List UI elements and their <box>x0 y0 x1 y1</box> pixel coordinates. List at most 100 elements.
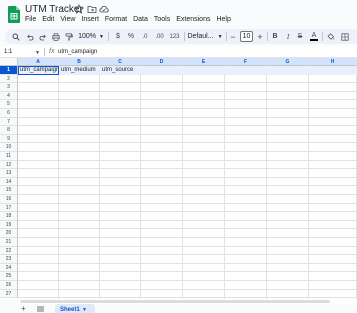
formula-bar: 1:1 ▼ fx utm_campaign <box>0 46 357 58</box>
paint-format-button[interactable] <box>64 29 74 44</box>
grid-row-line <box>18 280 357 281</box>
column-header-g[interactable]: G <box>267 58 309 66</box>
row-header-11[interactable]: 11 <box>0 152 18 161</box>
font-family-select[interactable]: Defaul... ▼ <box>187 29 223 44</box>
decrease-decimal-button[interactable]: .0 <box>139 29 151 44</box>
row-header-27[interactable]: 27 <box>0 289 18 299</box>
search-menus-button[interactable] <box>11 29 21 44</box>
chevron-down-icon[interactable]: ▼ <box>35 50 40 56</box>
grid-row-line <box>18 237 357 238</box>
grid-row-line <box>18 219 357 221</box>
row-header-6[interactable]: 6 <box>0 109 18 118</box>
row-header-5[interactable]: 5 <box>0 100 18 109</box>
row-header-3[interactable]: 3 <box>0 83 18 92</box>
star-icon[interactable] <box>74 4 84 14</box>
fill-color-button[interactable] <box>326 29 336 44</box>
formula-divider <box>44 48 45 56</box>
row-header-19[interactable]: 19 <box>0 220 18 230</box>
cell-c1[interactable]: utm_source <box>100 66 141 75</box>
grid-row-line <box>18 133 357 135</box>
menu-extensions[interactable]: Extensions <box>176 15 214 26</box>
toolbar-divider <box>184 32 185 41</box>
grid-row-line <box>18 271 357 273</box>
text-color-label: A <box>311 32 317 40</box>
increase-decimal-button[interactable]: .00 <box>153 29 166 44</box>
spreadsheet-grid[interactable]: utm_campaign utm_medium utm_source ABCDE… <box>0 58 357 299</box>
scrollbar-thumb[interactable] <box>20 300 330 303</box>
row-header-2[interactable]: 2 <box>0 74 18 84</box>
grid-column-line <box>182 66 183 299</box>
row-header-9[interactable]: 9 <box>0 134 18 144</box>
strikethrough-button[interactable]: S <box>295 29 305 44</box>
row-header-16[interactable]: 16 <box>0 195 18 204</box>
row-header-20[interactable]: 20 <box>0 229 18 238</box>
menu-edit[interactable]: Edit <box>42 15 58 26</box>
undo-button[interactable] <box>25 29 35 44</box>
font-size-input[interactable]: 10 <box>240 31 253 42</box>
row-header-26[interactable]: 26 <box>0 281 18 290</box>
menu-help[interactable]: Help <box>216 15 234 26</box>
number-format-button[interactable]: 123 <box>168 29 181 44</box>
menu-bar: File Edit View Insert Format Data Tools … <box>25 15 237 26</box>
grid-row-line <box>18 151 357 152</box>
grid-row-line <box>18 228 357 230</box>
bold-button[interactable]: B <box>270 29 280 44</box>
row-header-24[interactable]: 24 <box>0 263 18 273</box>
row-header-17[interactable]: 17 <box>0 203 18 213</box>
print-button[interactable] <box>51 29 61 44</box>
row-header-7[interactable]: 7 <box>0 117 18 127</box>
column-header-h[interactable]: H <box>309 58 357 66</box>
decrease-font-size-button[interactable]: − <box>229 29 237 44</box>
currency-format-button[interactable]: $ <box>113 29 123 44</box>
cell-b1[interactable]: utm_medium <box>59 66 100 75</box>
select-all-corner[interactable] <box>0 58 18 66</box>
sheets-logo-icon[interactable] <box>8 6 20 23</box>
menu-view[interactable]: View <box>60 15 79 26</box>
row-header-23[interactable]: 23 <box>0 255 18 264</box>
row-header-15[interactable]: 15 <box>0 186 18 195</box>
toolbar-divider <box>226 32 227 41</box>
row-header-14[interactable]: 14 <box>0 177 18 187</box>
column-header-e[interactable]: E <box>183 58 225 66</box>
column-header-f[interactable]: F <box>225 58 267 66</box>
text-color-button[interactable]: A <box>309 29 319 44</box>
redo-button[interactable] <box>38 29 48 44</box>
row-header-8[interactable]: 8 <box>0 126 18 135</box>
column-header-b[interactable]: B <box>59 58 100 66</box>
font-family-value: Defaul... <box>187 33 214 40</box>
column-header-d[interactable]: D <box>141 58 183 66</box>
row-header-1[interactable]: 1 <box>0 66 18 75</box>
cloud-status-icon[interactable] <box>99 4 109 14</box>
row-header-22[interactable]: 22 <box>0 246 18 256</box>
add-sheet-button[interactable]: + <box>21 305 26 313</box>
grid-row-line <box>18 99 357 101</box>
row-header-21[interactable]: 21 <box>0 238 18 247</box>
menu-insert[interactable]: Insert <box>81 15 103 26</box>
menu-tools[interactable]: Tools <box>154 15 174 26</box>
zoom-select[interactable]: 100% ▼ <box>78 29 104 44</box>
formula-input[interactable]: utm_campaign <box>58 46 97 58</box>
borders-button[interactable] <box>340 29 350 44</box>
italic-button[interactable]: I <box>283 29 293 44</box>
grid-row-line <box>18 108 357 109</box>
chevron-down-icon[interactable]: ▼ <box>82 307 87 313</box>
increase-font-size-button[interactable]: + <box>256 29 264 44</box>
toolbar-divider <box>108 32 109 41</box>
sheet-tab[interactable]: Sheet1 <box>55 304 95 313</box>
row-header-18[interactable]: 18 <box>0 212 18 221</box>
column-header-a[interactable]: A <box>18 58 59 66</box>
menu-data[interactable]: Data <box>133 15 152 26</box>
grid-column-line <box>99 66 100 299</box>
menu-file[interactable]: File <box>25 15 40 26</box>
all-sheets-menu-icon[interactable] <box>37 306 44 312</box>
menu-format[interactable]: Format <box>105 15 131 26</box>
grid-row-line <box>18 254 357 256</box>
row-header-13[interactable]: 13 <box>0 169 18 178</box>
move-folder-icon[interactable] <box>87 4 97 14</box>
row-header-4[interactable]: 4 <box>0 91 18 101</box>
column-header-c[interactable]: C <box>100 58 141 66</box>
percent-format-button[interactable]: % <box>126 29 136 44</box>
row-header-25[interactable]: 25 <box>0 272 18 281</box>
row-header-10[interactable]: 10 <box>0 143 18 152</box>
row-header-12[interactable]: 12 <box>0 160 18 170</box>
